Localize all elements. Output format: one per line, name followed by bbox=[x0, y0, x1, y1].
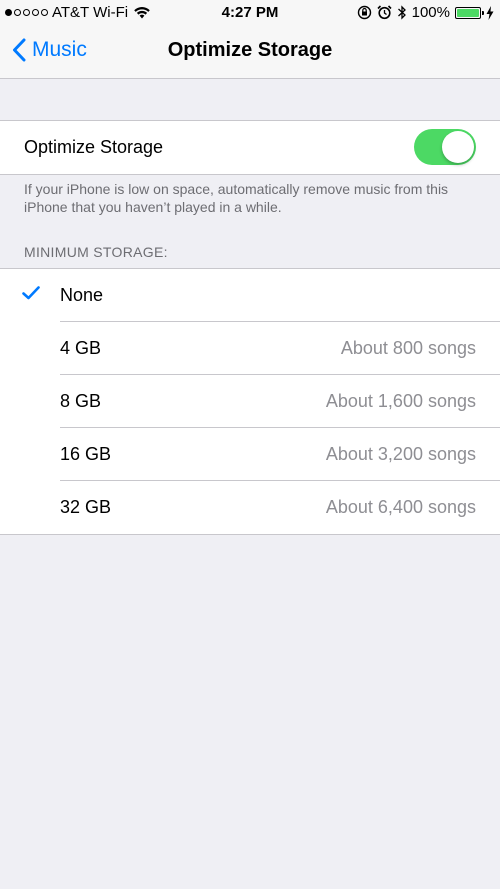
storage-option-4gb[interactable]: 4 GB About 800 songs bbox=[0, 321, 500, 375]
option-detail: About 3,200 songs bbox=[325, 444, 476, 464]
charging-icon bbox=[486, 5, 494, 20]
optimize-storage-row: Optimize Storage bbox=[0, 121, 500, 174]
battery-cap bbox=[482, 10, 484, 15]
status-right: 100% bbox=[357, 4, 494, 21]
battery-fill bbox=[457, 8, 479, 17]
status-bar: AT&T Wi-Fi 4:27 PM 100% bbox=[0, 0, 500, 26]
option-label: None bbox=[60, 285, 104, 305]
page-title: Optimize Storage bbox=[167, 39, 333, 61]
option-detail: About 800 songs bbox=[340, 338, 476, 358]
top-bar: AT&T Wi-Fi 4:27 PM 100% Music Optimize S… bbox=[0, 0, 500, 79]
option-label: 4 GB bbox=[60, 338, 102, 358]
battery-percent: 100% bbox=[411, 4, 450, 21]
minimum-storage-group: None 4 GB About 800 songs 8 GB About 1,6… bbox=[0, 268, 500, 535]
option-label: 8 GB bbox=[60, 391, 102, 411]
optimize-storage-switch[interactable] bbox=[414, 129, 476, 165]
option-detail: About 1,600 songs bbox=[325, 391, 476, 411]
optimize-storage-group: Optimize Storage bbox=[0, 120, 500, 175]
navigation-bar: Music Optimize Storage bbox=[0, 26, 500, 78]
storage-option-16gb[interactable]: 16 GB About 3,200 songs bbox=[0, 427, 500, 481]
battery-icon bbox=[455, 6, 484, 19]
storage-option-8gb[interactable]: 8 GB About 1,600 songs bbox=[0, 374, 500, 428]
switch-knob bbox=[442, 131, 474, 163]
optimize-storage-label: Optimize Storage bbox=[24, 137, 164, 157]
bluetooth-icon bbox=[397, 5, 406, 20]
storage-option-32gb[interactable]: 32 GB About 6,400 songs bbox=[0, 480, 500, 534]
orientation-lock-icon bbox=[357, 5, 371, 20]
option-detail: About 6,400 songs bbox=[325, 497, 476, 517]
alarm-icon bbox=[377, 5, 392, 20]
storage-option-none[interactable]: None bbox=[0, 269, 500, 322]
option-label: 16 GB bbox=[60, 444, 112, 464]
checkmark-icon bbox=[22, 286, 40, 300]
minimum-storage-header: MINIMUM STORAGE: bbox=[24, 244, 168, 260]
option-label: 32 GB bbox=[60, 497, 112, 517]
optimize-storage-description: If your iPhone is low on space, automati… bbox=[24, 181, 449, 215]
